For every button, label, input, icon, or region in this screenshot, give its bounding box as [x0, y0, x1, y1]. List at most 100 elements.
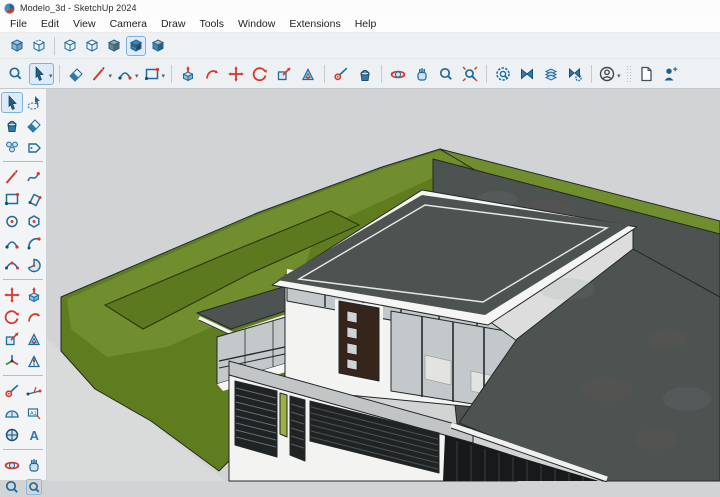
new-document-button[interactable]	[635, 63, 657, 85]
protractor-button[interactable]	[1, 402, 23, 423]
offset-button[interactable]	[297, 63, 319, 85]
dimension-linear-button[interactable]	[23, 380, 45, 401]
menu-view[interactable]: View	[66, 17, 103, 31]
shaded-textures-button[interactable]	[126, 35, 146, 56]
solid-inspector-icon	[496, 66, 510, 81]
rectangle-button[interactable]: ▾	[142, 63, 167, 85]
add-collaborator-button[interactable]	[659, 63, 681, 85]
components-icon	[6, 141, 18, 152]
add-collaborator-icon	[664, 66, 677, 80]
dropdown-arrow-icon[interactable]: ▾	[49, 72, 53, 80]
dropdown-arrow-icon[interactable]: ▾	[162, 72, 166, 80]
menu-draw[interactable]: Draw	[154, 17, 193, 31]
zoom-button[interactable]	[435, 63, 457, 85]
toolbar-separator	[486, 64, 488, 83]
tape-measure-button[interactable]	[330, 63, 352, 85]
account-button[interactable]: ▾	[597, 63, 622, 85]
paint-bucket-button[interactable]	[354, 63, 376, 85]
line-button[interactable]	[1, 166, 23, 187]
shaded-button[interactable]	[104, 36, 124, 56]
eraser-button[interactable]	[23, 114, 45, 135]
orbit-button[interactable]	[387, 63, 409, 85]
follow-me-button[interactable]	[23, 306, 45, 327]
zoom-window-icon	[26, 478, 42, 495]
rectangle-button[interactable]	[1, 188, 23, 209]
paint-bucket-button[interactable]	[1, 114, 23, 135]
eraser-button[interactable]	[65, 63, 87, 85]
views-toolbar	[0, 33, 720, 59]
wireframe-icon	[63, 38, 77, 52]
search-button[interactable]	[5, 63, 27, 85]
menu-camera[interactable]: Camera	[103, 17, 154, 31]
menu-edit[interactable]: Edit	[34, 17, 66, 31]
three-point-arc-button[interactable]	[1, 254, 23, 275]
zoom-window-button[interactable]	[23, 476, 45, 497]
rotate-button[interactable]	[249, 63, 271, 85]
zoom-extents-button[interactable]	[459, 63, 481, 85]
fix-problems-button[interactable]	[564, 63, 586, 85]
select-icon	[8, 94, 17, 110]
move-icon	[4, 286, 20, 303]
dimensions-icon	[27, 354, 41, 367]
offset-button[interactable]	[23, 328, 45, 349]
push-pull-button[interactable]	[177, 63, 199, 85]
select-button[interactable]: ▾	[29, 62, 54, 85]
circle-button[interactable]	[1, 210, 23, 231]
menu-file[interactable]: File	[3, 17, 34, 31]
line-button[interactable]: ▾	[89, 63, 114, 85]
monochrome-button[interactable]	[148, 36, 168, 56]
select-button[interactable]	[1, 92, 23, 113]
svg-text:A1: A1	[30, 410, 37, 416]
sketchup-window: Modelo_3d - SketchUp 2024 File Edit View Ca…	[0, 0, 720, 495]
move-button[interactable]	[225, 63, 247, 85]
xray-button[interactable]	[7, 36, 27, 56]
menu-window[interactable]: Window	[231, 17, 282, 31]
three-d-text-button[interactable]: A	[23, 424, 45, 445]
scale-button[interactable]	[273, 63, 295, 85]
dimensions-button[interactable]	[23, 350, 45, 371]
menu-bar: File Edit View Camera Draw Tools Window Extensi…	[0, 15, 720, 33]
tag-button[interactable]	[23, 136, 45, 157]
offset-icon	[302, 67, 315, 80]
menu-extensions[interactable]: Extensions	[282, 17, 347, 31]
push-pull-icon	[182, 65, 194, 81]
menu-tools[interactable]: Tools	[192, 17, 231, 31]
axes-button[interactable]	[1, 350, 23, 371]
toolbar-separator	[58, 64, 60, 83]
rotate-button[interactable]	[1, 306, 23, 327]
two-point-arc-button[interactable]	[1, 232, 23, 253]
menu-help[interactable]: Help	[348, 17, 384, 31]
model-viewport[interactable]	[47, 89, 720, 482]
dropdown-arrow-icon[interactable]: ▾	[135, 72, 139, 80]
solid-inspector-button[interactable]	[492, 63, 514, 85]
freehand-button[interactable]	[23, 166, 45, 187]
orbit-button[interactable]	[1, 454, 23, 475]
back-edges-icon	[32, 38, 46, 52]
lasso-button[interactable]	[23, 92, 45, 113]
pan-button[interactable]	[23, 454, 45, 475]
arc-button[interactable]	[23, 232, 45, 253]
back-edges-button[interactable]	[29, 36, 49, 56]
push-pull-button[interactable]	[23, 284, 45, 305]
tape-measure-button[interactable]	[1, 380, 23, 401]
dropdown-arrow-icon[interactable]: ▾	[617, 72, 621, 80]
pie-icon	[27, 258, 41, 272]
zoom-button[interactable]	[1, 476, 23, 497]
move-button[interactable]	[1, 284, 23, 305]
dropdown-arrow-icon[interactable]: ▾	[109, 72, 113, 80]
polygon-button[interactable]	[23, 210, 45, 231]
wireframe-button[interactable]	[60, 36, 80, 56]
three-point-arc-icon	[5, 261, 19, 269]
clean-up-button[interactable]	[516, 63, 538, 85]
hidden-line-button[interactable]	[82, 36, 102, 56]
pan-button[interactable]	[411, 63, 433, 85]
components-button[interactable]	[1, 136, 23, 157]
two-point-arc-button[interactable]: ▾	[115, 63, 140, 85]
scale-button[interactable]	[1, 328, 23, 349]
pie-button[interactable]	[23, 254, 45, 275]
rotated-rectangle-button[interactable]	[23, 188, 45, 209]
warehouse-layers-button[interactable]	[540, 63, 562, 85]
text-button[interactable]: A1	[23, 402, 45, 423]
follow-me-button[interactable]	[201, 63, 223, 85]
position-camera-button[interactable]	[1, 424, 23, 445]
